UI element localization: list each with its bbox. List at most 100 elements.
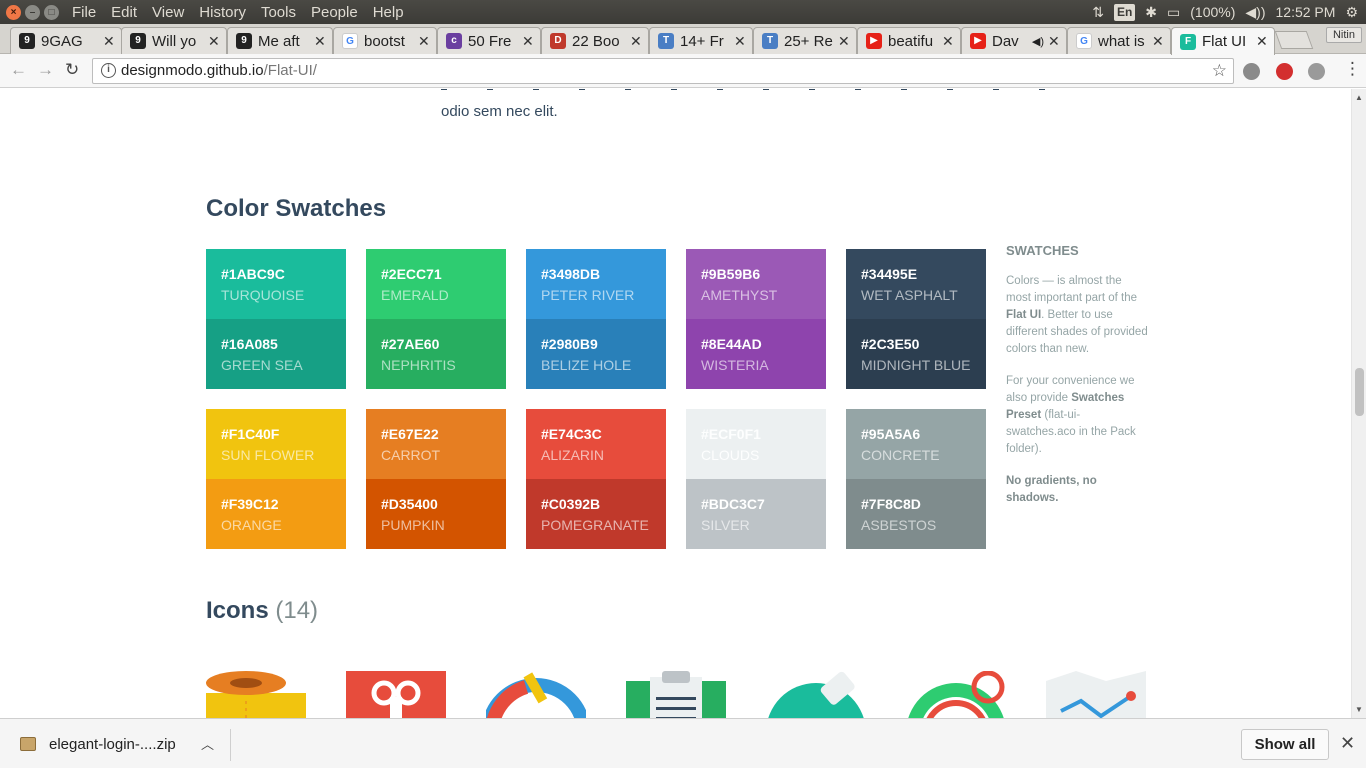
address-bar[interactable]: i designmodo.github.io/Flat-UI/ ☆ <box>92 58 1234 84</box>
swatch-hex: #2C3E50 <box>861 336 920 352</box>
chevron-up-icon[interactable]: ︿ <box>201 734 214 753</box>
menu-people[interactable]: People <box>311 4 358 21</box>
browser-tab[interactable]: T 25+ Re ✕ <box>753 27 857 54</box>
color-swatch: #95A5A6 CONCRETE #7F8C8D ASBESTOS <box>846 409 986 549</box>
browser-tab[interactable]: F Flat UI ✕ <box>1171 27 1275 55</box>
tab-close-icon[interactable]: ✕ <box>838 33 850 50</box>
color-swatch: #34495E WET ASPHALT #2C3E50 MIDNIGHT BLUE <box>846 249 986 389</box>
pencil-ring-icon <box>486 671 586 718</box>
swatch-color-name: AMETHYST <box>701 287 778 303</box>
new-tab-button[interactable] <box>1274 31 1314 49</box>
tab-title: 14+ Fr <box>680 32 724 50</box>
swatch-bottom: #27AE60 NEPHRITIS <box>366 319 506 389</box>
reload-icon[interactable]: ↻ <box>65 60 79 80</box>
tab-close-icon[interactable]: ✕ <box>418 33 430 50</box>
swatch-hex: #F39C12 <box>221 496 279 512</box>
scroll-up-arrow-icon[interactable]: ▲ <box>1355 93 1363 102</box>
volume-icon[interactable]: ◀)) <box>1245 4 1265 21</box>
network-icon[interactable]: ⇅ <box>1092 4 1104 21</box>
settings-gear-icon[interactable]: ⚙ <box>1345 4 1358 21</box>
tape-icon <box>206 671 306 718</box>
window-close-button[interactable]: × <box>6 4 21 20</box>
browser-tab[interactable]: 9 Will yo ✕ <box>121 27 227 54</box>
swatch-color-name: PUMPKIN <box>381 517 445 533</box>
swatch-color-name: MIDNIGHT BLUE <box>861 357 971 373</box>
show-all-downloads-button[interactable]: Show all <box>1241 729 1329 760</box>
tab-title: Me aft <box>258 32 300 50</box>
browser-tab[interactable]: c 50 Fre ✕ <box>437 27 541 54</box>
scroll-down-arrow-icon[interactable]: ▼ <box>1355 705 1363 714</box>
browser-tab[interactable]: ▶ Dav ◀) ✕ <box>961 27 1067 54</box>
shelf-divider <box>230 729 231 761</box>
tab-audio-icon[interactable]: ◀) <box>1032 35 1044 48</box>
extension-globe-icon[interactable] <box>1243 63 1260 80</box>
swatch-hex: #1ABC9C <box>221 266 285 282</box>
browser-tab[interactable]: 9 9GAG ✕ <box>10 27 122 54</box>
color-swatch: #ECF0F1 CLOUDS #BDC3C7 SILVER <box>686 409 826 549</box>
menu-view[interactable]: View <box>152 4 184 21</box>
browser-menu-icon[interactable]: ⋮ <box>1344 59 1361 79</box>
swatch-hex: #8E44AD <box>701 336 762 352</box>
close-icon[interactable]: ✕ <box>1340 733 1355 754</box>
swatch-color-name: SUN FLOWER <box>221 447 315 463</box>
color-swatch: #E74C3C ALIZARIN #C0392B POMEGRANATE <box>526 409 666 549</box>
tab-close-icon[interactable]: ✕ <box>1256 33 1268 50</box>
tab-close-icon[interactable]: ✕ <box>630 33 642 50</box>
browser-tab[interactable]: 9 Me aft ✕ <box>227 27 333 54</box>
keyboard-layout-indicator[interactable]: En <box>1113 3 1136 21</box>
menu-help[interactable]: Help <box>373 4 404 21</box>
site-info-icon[interactable]: i <box>101 63 116 78</box>
url-text[interactable]: designmodo.github.io/Flat-UI/ <box>121 59 317 83</box>
window-maximize-button[interactable]: □ <box>44 4 59 20</box>
url-host: designmodo.github.io <box>121 62 264 79</box>
color-swatch: #9B59B6 AMETHYST #8E44AD WISTERIA <box>686 249 826 389</box>
page-scrollbar[interactable]: ▲ ▼ <box>1351 89 1366 718</box>
bookmark-star-icon[interactable]: ☆ <box>1212 59 1227 83</box>
window-minimize-button[interactable]: – <box>25 4 40 20</box>
browser-tab[interactable]: Gwhat is ✕ <box>1067 27 1171 54</box>
tab-close-icon[interactable]: ✕ <box>314 33 326 50</box>
browser-tab[interactable]: T 14+ Fr ✕ <box>649 27 753 54</box>
tab-close-icon[interactable]: ✕ <box>734 33 746 50</box>
tab-favicon-icon: F <box>1180 33 1196 50</box>
tab-close-icon[interactable]: ✕ <box>1152 33 1164 50</box>
browser-tab[interactable]: D 22 Boo ✕ <box>541 27 649 54</box>
swatch-hex: #BDC3C7 <box>701 496 765 512</box>
scrollbar-thumb[interactable] <box>1355 368 1364 416</box>
menu-tools[interactable]: Tools <box>261 4 296 21</box>
menu-edit[interactable]: Edit <box>111 4 137 21</box>
swatches-paragraph-1: Colors — is almost the most important pa… <box>1006 273 1148 358</box>
tab-title: bootst <box>364 32 405 50</box>
browser-tab[interactable]: Gbootst ✕ <box>333 27 437 54</box>
tab-close-icon[interactable]: ✕ <box>1048 33 1060 50</box>
extension-shield-icon[interactable] <box>1308 63 1325 80</box>
swatch-top: #34495E WET ASPHALT <box>846 249 986 319</box>
tab-close-icon[interactable]: ✕ <box>103 33 115 50</box>
forward-arrow-icon[interactable]: → <box>37 60 54 80</box>
tab-close-icon[interactable]: ✕ <box>208 33 220 50</box>
swatch-color-name: GREEN SEA <box>221 357 303 373</box>
battery-icon[interactable]: ▭ <box>1167 4 1180 21</box>
map-icon <box>1046 671 1146 718</box>
adblock-icon[interactable] <box>1276 63 1293 80</box>
swatch-hex: #C0392B <box>541 496 601 512</box>
browser-tab[interactable]: ▶ beatifu ✕ <box>857 27 961 54</box>
swatch-hex: #27AE60 <box>381 336 440 352</box>
swatch-color-name: BELIZE HOLE <box>541 357 632 373</box>
download-filename[interactable]: elegant-login-....zip <box>49 736 176 753</box>
tab-close-icon[interactable]: ✕ <box>942 33 954 50</box>
clock[interactable]: 12:52 PM <box>1276 4 1336 20</box>
menu-file[interactable]: File <box>72 4 96 21</box>
swatch-color-name: EMERALD <box>381 287 449 303</box>
swatch-hex: #9B59B6 <box>701 266 761 282</box>
back-arrow-icon[interactable]: ← <box>10 60 27 80</box>
menu-history[interactable]: History <box>199 4 246 21</box>
tab-favicon-icon: G <box>1076 33 1092 49</box>
color-swatch: #F1C40F SUN FLOWER #F39C12 ORANGE <box>206 409 346 549</box>
page-content: odio sem nec elit. Color Swatches #1ABC9… <box>0 89 1351 718</box>
tab-close-icon[interactable]: ✕ <box>522 33 534 50</box>
bluetooth-icon[interactable]: ✱ <box>1145 4 1157 21</box>
profile-button[interactable]: Nitin <box>1325 27 1362 43</box>
swatch-hex: #2ECC71 <box>381 266 442 282</box>
tab-title: Dav <box>992 32 1019 50</box>
